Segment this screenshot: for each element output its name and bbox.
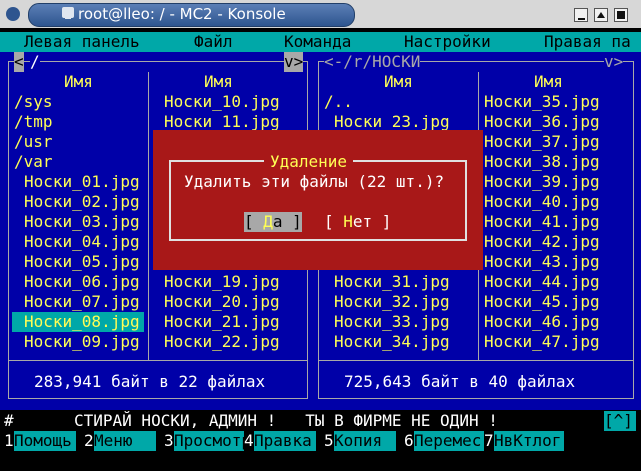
file-entry[interactable]: /.. — [324, 92, 353, 112]
file-entry[interactable]: Носки_07.jpg — [24, 292, 140, 312]
file-entry[interactable]: Носки_40.jpg — [484, 192, 600, 212]
left-panel-column-divider — [148, 72, 149, 360]
right-panel-path: <-/r/НОСКИ — [324, 52, 421, 72]
fkey-number: 7 — [484, 431, 494, 450]
file-entry[interactable]: Носки_44.jpg — [484, 272, 600, 292]
history-button[interactable]: [^] — [604, 411, 636, 431]
file-entry[interactable]: Носки_04.jpg — [24, 232, 140, 252]
right-col2-header: Имя — [534, 72, 563, 91]
file-entry[interactable]: Носки_41.jpg — [484, 212, 600, 232]
menu-file[interactable]: Файл — [194, 32, 233, 52]
right-col1-header: Имя — [384, 72, 413, 91]
menu-command[interactable]: Команда — [284, 32, 351, 52]
right-panel-status: 725,643 байт в 40 файлах — [344, 372, 576, 391]
file-entry[interactable]: Носки_03.jpg — [24, 212, 140, 232]
file-entry[interactable]: Носки_38.jpg — [484, 152, 600, 172]
fkey-button[interactable]: Копия — [334, 431, 396, 451]
file-entry[interactable]: Носки_23.jpg — [334, 112, 450, 132]
file-entry[interactable]: Носки_06.jpg — [24, 272, 140, 292]
file-entry[interactable]: Носки_01.jpg — [24, 172, 140, 192]
fkey-number: 6 — [404, 431, 414, 450]
menu-right-panel[interactable]: Правая па — [544, 32, 631, 52]
fkey-button[interactable]: Перемес — [414, 431, 484, 451]
file-entry[interactable]: Носки_11.jpg — [164, 112, 280, 132]
file-entry[interactable]: Носки_31.jpg — [334, 272, 450, 292]
file-entry[interactable]: Носки_47.jpg — [484, 332, 600, 352]
left-panel-sort[interactable]: v> — [284, 52, 304, 72]
minimize-icon[interactable] — [574, 8, 588, 22]
file-entry[interactable]: Носки_39.jpg — [484, 172, 600, 192]
file-entry[interactable]: Носки_20.jpg — [164, 292, 280, 312]
fkey-number: 2 — [84, 431, 94, 450]
command-input[interactable]: СТИРАЙ НОСКИ, АДМИН ! ТЫ В ФИРМЕ НЕ ОДИН… — [74, 411, 498, 431]
file-entry[interactable]: /sys — [14, 92, 53, 112]
file-entry[interactable]: Носки_09.jpg — [24, 332, 140, 352]
left-panel-path: / — [30, 52, 40, 72]
right-panel-sort[interactable]: v> — [604, 52, 624, 72]
fkey-button[interactable]: Помощь — [14, 431, 76, 451]
right-panel-separator — [318, 360, 634, 361]
close-icon[interactable] — [614, 8, 628, 22]
file-entry[interactable]: Носки_46.jpg — [484, 312, 600, 332]
maximize-icon[interactable] — [594, 8, 608, 22]
menu-settings[interactable]: Настройки — [404, 32, 491, 52]
konsole-icon — [62, 7, 74, 19]
left-panel-status: 283,941 байт в 22 файлах — [34, 372, 266, 391]
menu-left-panel[interactable]: Левая панель — [24, 32, 140, 52]
file-entry[interactable]: Носки_37.jpg — [484, 132, 600, 152]
fkey-button[interactable]: Правка — [254, 431, 316, 451]
dialog-title: Удаление — [264, 152, 354, 172]
command-prompt: # — [4, 411, 14, 430]
fkey-button[interactable]: Просмотр — [174, 431, 244, 451]
dialog-yes-button[interactable]: [ Да ] — [244, 212, 302, 232]
fkey-number: 3 — [164, 431, 174, 450]
file-entry-selected[interactable]: Носки_08.jpg — [12, 312, 144, 332]
window-title: root@lleo: / - MC2 - Konsole — [78, 5, 286, 23]
file-entry[interactable]: Носки_22.jpg — [164, 332, 280, 352]
window-menu-icon[interactable] — [6, 7, 20, 21]
left-col1-header: Имя — [64, 72, 93, 91]
file-entry[interactable]: Носки_02.jpg — [24, 192, 140, 212]
file-entry[interactable]: Носки_10.jpg — [164, 92, 280, 112]
file-entry[interactable]: Носки_32.jpg — [334, 292, 450, 312]
file-entry[interactable]: /usr — [14, 132, 53, 152]
file-entry[interactable]: Носки_42.jpg — [484, 232, 600, 252]
file-entry[interactable]: Носки_36.jpg — [484, 112, 600, 132]
file-entry[interactable]: /tmp — [14, 112, 53, 132]
file-entry[interactable]: Носки_19.jpg — [164, 272, 280, 292]
fkey-button[interactable]: НвКтлог — [494, 431, 564, 451]
file-entry[interactable]: Носки_45.jpg — [484, 292, 600, 312]
fkey-number: 5 — [324, 431, 334, 450]
file-entry[interactable]: Носки_34.jpg — [334, 332, 450, 352]
dialog-no-button[interactable]: [ Нет ] — [324, 212, 391, 232]
file-entry[interactable]: Носки_35.jpg — [484, 92, 600, 112]
fkey-number: 4 — [244, 431, 254, 450]
dialog-message: Удалить эти файлы (22 шт.)? — [184, 172, 445, 191]
fkey-number: 1 — [4, 431, 14, 450]
file-entry[interactable]: Носки_21.jpg — [164, 312, 280, 332]
file-entry[interactable]: /var — [14, 152, 53, 172]
fkey-button[interactable]: Меню — [94, 431, 156, 451]
file-entry[interactable]: Носки_43.jpg — [484, 252, 600, 272]
left-panel-separator — [8, 360, 308, 361]
left-col2-header: Имя — [204, 72, 233, 91]
left-panel-nav[interactable]: < — [14, 52, 24, 72]
file-entry[interactable]: Носки_33.jpg — [334, 312, 450, 332]
file-entry[interactable]: Носки_05.jpg — [24, 252, 140, 272]
